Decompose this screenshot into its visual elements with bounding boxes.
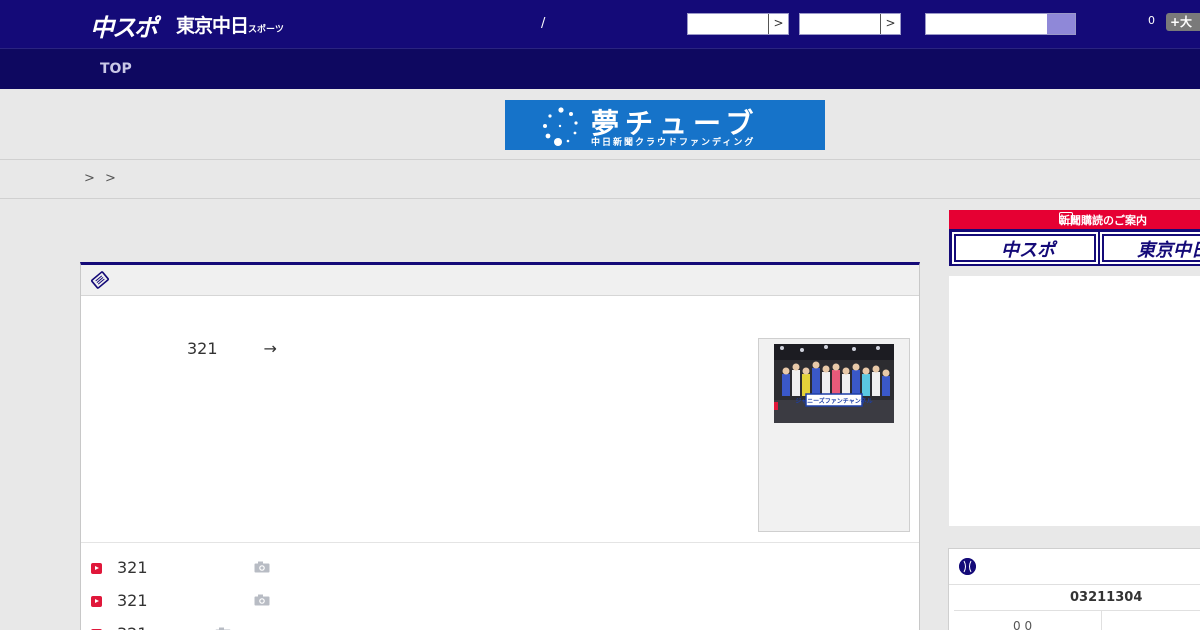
play-bullet-icon [91, 563, 102, 574]
camera-icon [254, 561, 270, 573]
article-photo[interactable]: ジャニーズファンチャンネル [774, 344, 894, 423]
header-separator: / [541, 16, 546, 31]
section-divider [81, 542, 919, 543]
subscription-header: 新聞購読のご案内 [949, 210, 1200, 229]
subscribe-tokyo-button[interactable]: 東京中日ス水 [1100, 232, 1200, 264]
search-input[interactable] [925, 13, 1076, 35]
lead-number: 321 [187, 339, 218, 358]
chevron-right-icon: > [880, 14, 900, 34]
advertisement-slot[interactable] [949, 276, 1200, 526]
breadcrumb-text: > > [84, 171, 116, 186]
related-article-item[interactable]: 321 [91, 558, 391, 580]
tokyo-chunichi-logo[interactable]: 東京中日スポーツ [176, 11, 284, 38]
baseball-icon [959, 558, 976, 575]
category-select-2[interactable]: > [799, 13, 901, 35]
panel-header [81, 265, 919, 296]
banner-area: 夢チューブ 中日新聞クラウドファンディング [0, 90, 1200, 160]
subscribe-tokyo-label: 東京中日 [1137, 240, 1200, 261]
search-button[interactable] [1047, 14, 1075, 34]
subscription-label: 新聞購読のご案内 [1059, 214, 1147, 227]
site-header: 中スポ 東京中日スポーツ / > > 0 +大 [0, 0, 1200, 48]
breadcrumb: > > [0, 161, 1200, 199]
global-nav: TOP [0, 48, 1200, 89]
scoreboard-header [949, 549, 1200, 585]
notification-count: 0 [1148, 14, 1155, 27]
related-article-label: 321 [117, 591, 148, 610]
score-column-divider [1101, 610, 1102, 630]
ticket-icon [91, 271, 109, 289]
camera-icon [254, 594, 270, 606]
chuspo-logo[interactable]: 中スポ [90, 8, 158, 43]
related-article-item[interactable]: 321 [91, 624, 391, 630]
tokyo-logo-text: 東京中日 [176, 15, 249, 37]
play-bullet-icon [91, 596, 102, 607]
tokyo-logo-sub: スポーツ [248, 25, 284, 35]
nav-item-top[interactable]: TOP [100, 61, 132, 77]
arrow-right-icon: → [263, 339, 277, 358]
related-article-label: 321 [117, 558, 148, 577]
subscribe-chuspo-button[interactable]: 中スポ [952, 232, 1098, 264]
category-select-1[interactable]: > [687, 13, 789, 35]
photo-thumbnail-box[interactable]: ジャニーズファンチャンネル [758, 338, 910, 532]
banner-subtitle: 中日新聞クラウドファンディング [591, 138, 756, 148]
related-article-label: 321 [117, 624, 148, 630]
subscription-banner[interactable]: 新聞購読のご案内 中スポ 東京中日ス水 [949, 210, 1200, 266]
dots-circle-icon [543, 107, 578, 146]
related-article-item[interactable]: 321 [91, 591, 391, 613]
score-value: 0 0 [1013, 619, 1033, 630]
article-panel: 321 → ジャニーズファンチャンネル 321 321 [80, 262, 920, 630]
yume-tube-banner[interactable]: 夢チューブ 中日新聞クラウドファンディング [505, 100, 825, 150]
score-divider [954, 610, 1200, 611]
chevron-right-icon: > [768, 14, 788, 34]
article-lead[interactable]: 321 → [187, 339, 277, 358]
score-date: 03211304 [1070, 590, 1143, 605]
font-size-button[interactable]: +大 [1166, 13, 1200, 31]
photo-caption: ジャニーズファンチャンネル [795, 397, 872, 405]
scoreboard-widget: 03211304 0 0 [948, 548, 1200, 630]
